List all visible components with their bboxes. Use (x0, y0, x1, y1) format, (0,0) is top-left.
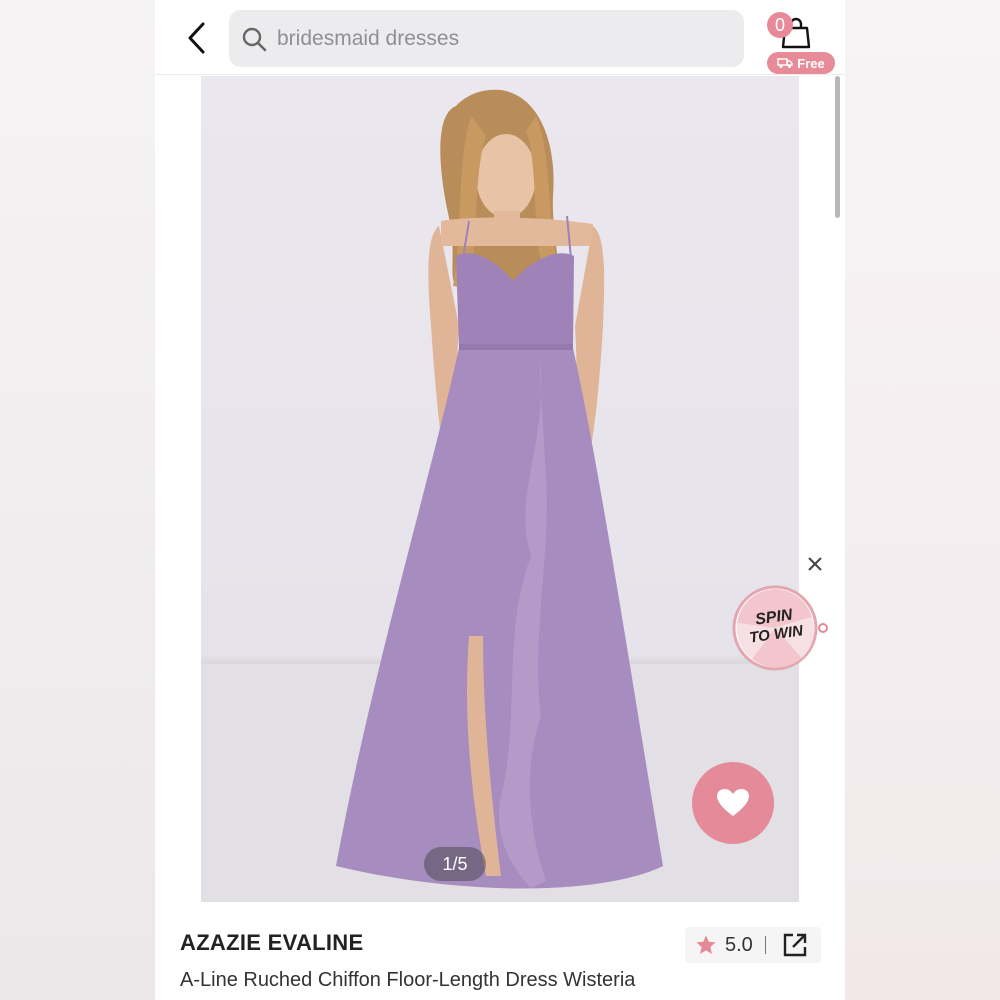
product-brand: AZAZIE EVALINE (180, 930, 364, 955)
search-input[interactable] (275, 25, 719, 52)
close-promo-button[interactable] (803, 552, 827, 576)
right-backdrop (845, 0, 1000, 1000)
chevron-left-icon (188, 22, 205, 54)
search-bar[interactable] (229, 10, 744, 67)
image-counter: 1/5 (424, 847, 486, 881)
divider (764, 936, 766, 954)
search-icon (239, 24, 269, 54)
app-screen: 0 Free (155, 0, 845, 1000)
left-backdrop (0, 0, 155, 1000)
back-button[interactable] (177, 18, 217, 58)
heart-icon (717, 789, 749, 816)
star-icon (696, 935, 716, 954)
free-shipping-label: Free (797, 55, 825, 71)
product-title: A-Line Ruched Chiffon Floor-Length Dress… (180, 969, 636, 991)
share-icon[interactable] (782, 932, 808, 958)
cart-count-badge: 0 (767, 12, 793, 38)
top-bar: 0 Free (155, 0, 845, 75)
rating-share-bar: 5.0 (685, 927, 821, 963)
spin-to-win-wheel[interactable]: SPIN TO WIN (732, 585, 828, 671)
truck-icon (777, 58, 793, 68)
free-shipping-badge: Free (767, 52, 835, 74)
scrollbar[interactable] (835, 76, 840, 218)
favorite-button[interactable] (692, 762, 774, 844)
cart-button[interactable]: 0 Free (765, 8, 840, 74)
rating-value: 5.0 (725, 933, 753, 956)
close-icon (808, 557, 822, 571)
